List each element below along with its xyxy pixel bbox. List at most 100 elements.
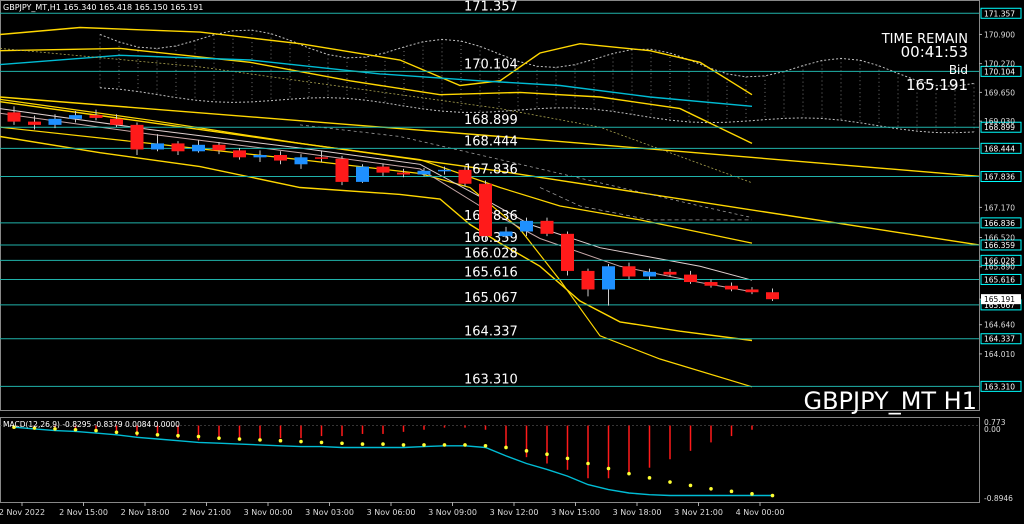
macd-signal-dot <box>401 443 406 447</box>
level-price-box-text: 171.357 <box>984 9 1015 18</box>
candle-body <box>28 121 41 125</box>
candle-body <box>192 144 205 152</box>
candle-body <box>622 266 636 277</box>
candle-body <box>294 157 308 165</box>
macd-signal-dot <box>196 434 201 439</box>
time-axis: 2 Nov 2022 2 Nov 15:00 2 Nov 18:00 2 Nov 21… <box>0 502 784 517</box>
level-price-box-text: 164.337 <box>984 335 1015 344</box>
candle-body <box>7 112 21 122</box>
candle-body <box>745 289 759 293</box>
time-tick-label: 2 Nov 15:00 <box>59 508 108 517</box>
bid-value: 165.191 <box>906 76 968 94</box>
time-tick-label: 2 Nov 2022 <box>0 508 45 517</box>
symbol-watermark: GBPJPY_MT H1 <box>803 387 977 415</box>
candle-body <box>540 220 554 234</box>
level-label: 165.616 <box>464 265 518 280</box>
time-tick-label: 3 Nov 21:00 <box>674 508 723 517</box>
price-tick-label: 165.890 <box>984 263 1015 272</box>
macd-signal-dot <box>586 461 590 466</box>
macd-scale-bottom: -0.8946 <box>984 494 1013 503</box>
time-tick-label: 3 Nov 09:00 <box>428 508 477 517</box>
macd-signal-dot <box>545 452 549 457</box>
candle-body <box>684 274 697 283</box>
candle-body <box>458 169 472 184</box>
level-price-box-text: 163.310 <box>984 382 1015 391</box>
candle-body <box>151 143 164 150</box>
macd-signal-dot <box>278 438 283 443</box>
level-price-box-text: 170.104 <box>984 67 1015 76</box>
candle-body <box>274 155 287 161</box>
price-tick-label: 166.520 <box>984 234 1015 243</box>
candle-body <box>110 118 123 125</box>
candle-body <box>581 270 595 290</box>
macd-signal-dot <box>606 466 611 471</box>
macd-signal-dot <box>135 431 139 435</box>
candle-body <box>704 282 718 286</box>
price-tick-label: 167.170 <box>984 203 1015 212</box>
candle-body <box>499 231 513 237</box>
price-tick-label: 164.640 <box>984 321 1015 330</box>
level-price-box-text: 167.836 <box>984 173 1015 182</box>
trading-chart[interactable]: 171.357 171.357170.104 170.104168.899 168.8… <box>0 0 1024 524</box>
candle-body <box>233 150 246 158</box>
candle-body <box>376 166 390 173</box>
macd-signal-dot <box>258 438 262 442</box>
time-remain-value: 00:41:53 <box>901 43 968 61</box>
macd-signal-dot <box>483 443 488 448</box>
candle-body <box>315 157 328 159</box>
candle-body <box>171 143 185 152</box>
price-tick-label: 164.010 <box>984 350 1015 359</box>
macd-signal-dot <box>155 433 160 437</box>
macd-signal-dot <box>381 442 385 446</box>
macd-label: MACD(12,26,9) -0.8295 -0.8379 0.0084 0.0… <box>3 420 180 429</box>
candle-body <box>69 115 82 119</box>
macd-signal-dot <box>565 456 570 461</box>
macd-signal-dot <box>299 439 303 444</box>
level-label: 171.357 <box>464 0 518 14</box>
time-tick-label: 2 Nov 18:00 <box>121 508 170 517</box>
macd-signal-dot <box>176 433 180 438</box>
level-label: 168.444 <box>464 134 518 149</box>
macd-signal-dot <box>750 492 754 496</box>
time-tick-label: 3 Nov 06:00 <box>367 508 416 517</box>
candle-body <box>602 266 615 290</box>
macd-scale-zero: 0.00 <box>984 425 1001 434</box>
price-tick-label: 169.650 <box>984 88 1015 97</box>
macd-signal-dot <box>319 440 324 445</box>
time-tick-label: 3 Nov 00:00 <box>244 508 293 517</box>
candle-body <box>130 124 144 150</box>
candle-body <box>417 170 431 175</box>
level-label: 165.067 <box>464 291 518 306</box>
time-tick-label: 3 Nov 12:00 <box>490 508 539 517</box>
candle-body <box>335 158 349 182</box>
candle-body <box>643 271 656 277</box>
price-tick-label: 169.030 <box>984 117 1015 126</box>
level-price-box-text: 166.836 <box>984 219 1015 228</box>
macd-signal-dot <box>237 437 242 441</box>
candle-body <box>479 183 492 237</box>
chart-header-info: GBPJPY_MT,H1 165.340 165.418 165.150 165… <box>3 3 203 12</box>
time-tick-label: 4 Nov 00:00 <box>736 508 785 517</box>
candle-body <box>356 166 369 182</box>
macd-signal-dot <box>217 436 221 440</box>
macd-signal-dot <box>668 480 672 484</box>
macd-signal-dot <box>770 493 775 498</box>
candle-body <box>561 233 574 271</box>
candle-body <box>725 285 738 290</box>
time-tick-label: 3 Nov 15:00 <box>551 508 600 517</box>
level-label: 170.104 <box>464 57 518 72</box>
level-label: 166.028 <box>464 246 518 261</box>
candle-body <box>212 144 226 151</box>
macd-signal-dot <box>442 443 447 447</box>
macd-signal-dot <box>647 476 652 480</box>
macd-signal-dot <box>504 445 508 450</box>
candle-body <box>438 169 451 172</box>
time-tick-label: 3 Nov 18:00 <box>613 508 662 517</box>
candle-body <box>89 115 103 118</box>
macd-signal-dot <box>94 428 98 433</box>
bid-label: Bid <box>949 63 968 77</box>
candle-body <box>766 292 779 300</box>
candle-body <box>520 220 533 232</box>
level-price-box-text: 165.616 <box>984 275 1015 284</box>
price-tick-label: 170.270 <box>984 60 1015 69</box>
